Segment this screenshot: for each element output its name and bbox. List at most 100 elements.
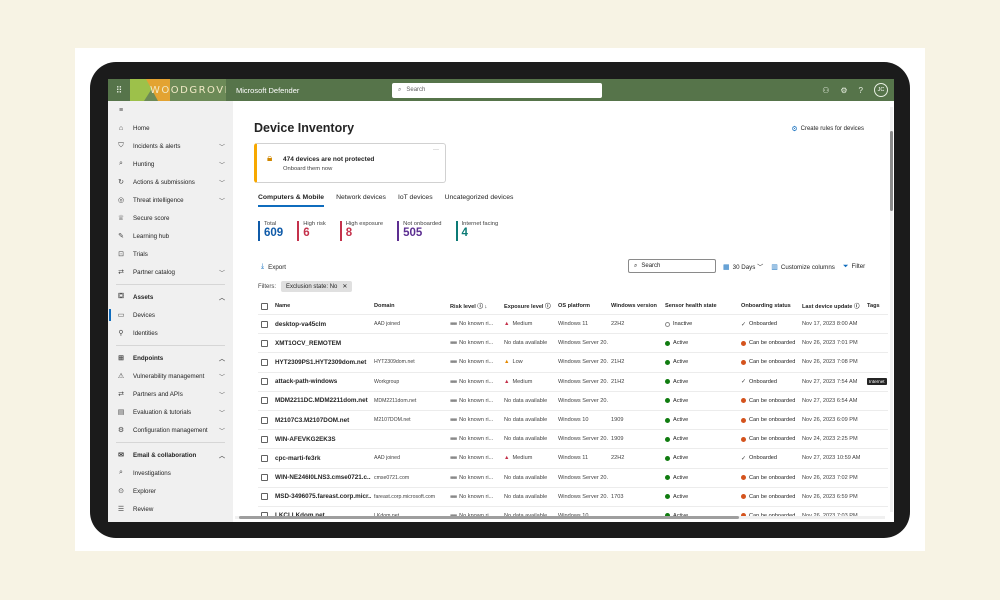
stat-not-onboarded[interactable]: Not onboarded 505	[397, 221, 442, 241]
sidebar-item-vulnerability-management[interactable]: ⚠ Vulnerability management ﹀	[108, 367, 233, 385]
stat-internet-facing[interactable]: Internet facing 4	[455, 221, 498, 241]
banner-subtitle[interactable]: Onboard them now	[283, 166, 332, 172]
sidebar-item-review[interactable]: ☰ Review	[108, 500, 233, 518]
tab-computers-mobile[interactable]: Computers & Mobile	[258, 194, 325, 207]
sidebar-item-incidents-alerts[interactable]: ⛉ Incidents & alerts ﹀	[108, 137, 233, 155]
column-header-name[interactable]: Name	[275, 298, 371, 314]
select-all-checkbox[interactable]	[261, 298, 270, 314]
table-row[interactable]: M2107C3.M2107DOM.net M2107DOM.net ■■■ No kn…	[258, 411, 888, 431]
column-header-windows-version[interactable]: Windows version	[611, 298, 661, 314]
help-icon[interactable]: ?	[859, 86, 863, 95]
stat-total[interactable]: Total 609	[258, 221, 283, 241]
row-checkbox[interactable]	[261, 392, 270, 410]
create-rules-button[interactable]: ⚙ Create rules for devices	[791, 125, 864, 133]
unprotected-devices-banner[interactable]: 🔒︎ 474 devices are not protected Onboard…	[254, 143, 446, 183]
sidebar-section-endpoints[interactable]: ⊞ Endpoints ︿	[108, 349, 233, 367]
table-row[interactable]: attack-path-windows Workgroup ■■■ No known …	[258, 373, 888, 392]
more-options-icon[interactable]: ···	[433, 147, 439, 153]
column-header-health[interactable]: Sensor health state	[665, 298, 738, 314]
row-checkbox[interactable]	[261, 488, 270, 506]
row-checkbox[interactable]	[261, 353, 270, 371]
device-name[interactable]: M2107C3.M2107DOM.net	[275, 411, 371, 429]
device-name[interactable]: WIN-NE246I0LNS3.cmse0721.c...	[275, 469, 371, 487]
tag-pill[interactable]: Internet	[867, 378, 887, 386]
sidebar-item-devices[interactable]: ▭ Devices	[108, 306, 233, 324]
device-name[interactable]: cpc-marti-fe3rk	[275, 449, 371, 467]
tab-network-devices[interactable]: Network devices	[336, 194, 386, 207]
device-name[interactable]: desktop-va45clm	[275, 315, 371, 333]
row-checkbox[interactable]	[261, 411, 270, 429]
table-row[interactable]: WIN-NE246I0LNS3.cmse0721.c... cmse0721.co…	[258, 469, 888, 488]
table-row[interactable]: MSD-3496075.fareast.corp.micr... fareast.…	[258, 488, 888, 507]
filter-button[interactable]: ⏷ Filter	[843, 263, 865, 271]
sidebar-item-actions-submissions[interactable]: ↻ Actions & submissions ﹀	[108, 173, 233, 191]
sidebar-item-evaluation-tutorials[interactable]: ▤ Evaluation & tutorials ﹀	[108, 403, 233, 421]
sidebar-item-investigations[interactable]: ⌕ Investigations	[108, 464, 233, 482]
stat-value: 8	[345, 227, 353, 239]
stat-high-risk[interactable]: High risk 6	[297, 221, 326, 241]
column-header-last-update[interactable]: Last device update ⓘ	[802, 298, 864, 314]
app-launcher-icon[interactable]: ⠿	[108, 79, 130, 101]
community-icon[interactable]: ⚇	[822, 86, 829, 95]
column-header-exposure[interactable]: Exposure level ⓘ	[504, 298, 555, 314]
sidebar-item-label: Devices	[133, 311, 156, 319]
woodgrove-logo[interactable]: WOODGROVE	[130, 79, 226, 101]
vertical-scrollbar[interactable]	[890, 107, 893, 512]
row-checkbox[interactable]	[261, 334, 270, 352]
sidebar-item-learning-hub[interactable]: ✎ Learning hub	[108, 227, 233, 245]
filter-chip[interactable]: Exclusion state: No ✕	[281, 281, 353, 292]
device-name[interactable]: WIN-AFEVKG2EK3S	[275, 430, 371, 448]
warning-triangle-icon: ▲	[504, 359, 510, 366]
row-checkbox[interactable]	[261, 315, 270, 333]
date-range-dropdown[interactable]: ▦ 30 Days ﹀	[723, 262, 763, 271]
sidebar-section-assets[interactable]: ⛋ Assets ︿	[108, 288, 233, 306]
horizontal-scrollbar[interactable]	[235, 516, 885, 519]
settings-icon[interactable]: ⚙	[840, 86, 847, 95]
table-row[interactable]: cpc-marti-fe3rk AAD joined ■■■ No known ri.…	[258, 449, 888, 469]
row-checkbox[interactable]	[261, 449, 270, 467]
device-name[interactable]: attack-path-windows	[275, 373, 371, 391]
table-row[interactable]: desktop-va45clm AAD joined ■■■ No known ri.…	[258, 315, 888, 335]
export-button[interactable]: ⤓ Export	[261, 263, 286, 271]
table-search-input[interactable]: ⌕ Search	[628, 259, 716, 273]
avatar[interactable]: JC	[874, 83, 888, 97]
table-row[interactable]: WIN-AFEVKG2EK3S ■■■ No known ri... No data …	[258, 430, 888, 450]
device-name[interactable]: HYT2309PS1.HYT2309dom.net	[275, 353, 371, 371]
close-icon[interactable]: ✕	[342, 283, 347, 290]
device-name[interactable]: LKCLLKdom.net	[275, 507, 371, 522]
row-checkbox[interactable]	[261, 507, 270, 522]
table-row[interactable]: MDM2211DC.MDM2211dom.net MDM2211dom.net ■■…	[258, 392, 888, 411]
tab-uncategorized-devices[interactable]: Uncategorized devices	[445, 194, 514, 207]
sidebar-item-hunting[interactable]: ⌕ Hunting ﹀	[108, 155, 233, 173]
column-header-risk[interactable]: Risk level ⓘ ↓	[450, 298, 500, 314]
sidebar-item-explorer[interactable]: ⊙ Explorer	[108, 482, 233, 500]
onboard-warning-icon	[741, 417, 746, 423]
customize-columns-button[interactable]: ▥ Customize columns	[771, 263, 835, 271]
sidebar-item-home[interactable]: ⌂ Home	[108, 119, 233, 137]
sidebar-item-threat-intelligence[interactable]: ◎ Threat intelligence ﹀	[108, 191, 233, 209]
column-header-os[interactable]: OS platform	[558, 298, 608, 314]
sidebar-item-trials[interactable]: ⊡ Trials	[108, 245, 233, 263]
table-row[interactable]: XMT1OCV_REMOTEM ■■■ No known ri... No data …	[258, 334, 888, 354]
column-header-domain[interactable]: Domain	[374, 298, 447, 314]
sidebar-item-partner-catalog[interactable]: ⇄ Partner catalog ﹀	[108, 263, 233, 281]
table-row[interactable]: HYT2309PS1.HYT2309dom.net HYT2309dom.net ■…	[258, 353, 888, 373]
collapse-nav-button[interactable]: ≡	[108, 101, 233, 119]
sidebar-item-secure-score[interactable]: ♕ Secure score	[108, 209, 233, 227]
tab-iot-devices[interactable]: IoT devices	[398, 194, 433, 207]
column-header-onboarding[interactable]: Onboarding status	[741, 298, 799, 314]
device-name[interactable]: XMT1OCV_REMOTEM	[275, 334, 371, 352]
sidebar-item-configuration-management[interactable]: ⚙ Configuration management ﹀	[108, 421, 233, 439]
sidebar-section-email[interactable]: ✉ Email & collaboration ︿	[108, 446, 233, 464]
table-row[interactable]: LKCLLKdom.netLKdom.net■■■No known ri... N…	[258, 507, 888, 522]
global-search-input[interactable]: ⌕ Search	[392, 82, 602, 98]
row-checkbox[interactable]	[261, 469, 270, 487]
stat-high-exposure[interactable]: High exposure 8	[339, 221, 383, 241]
sidebar-item-partners-and-apis[interactable]: ⇄ Partners and APIs ﹀	[108, 385, 233, 403]
device-name[interactable]: MDM2211DC.MDM2211dom.net	[275, 392, 371, 410]
sidebar-item-identities[interactable]: ⚲ Identities	[108, 324, 233, 342]
row-checkbox[interactable]	[261, 373, 270, 391]
device-name[interactable]: MSD-3496075.fareast.corp.micr...	[275, 488, 371, 506]
column-header-tags[interactable]: Tags	[867, 298, 888, 314]
row-checkbox[interactable]	[261, 430, 270, 448]
